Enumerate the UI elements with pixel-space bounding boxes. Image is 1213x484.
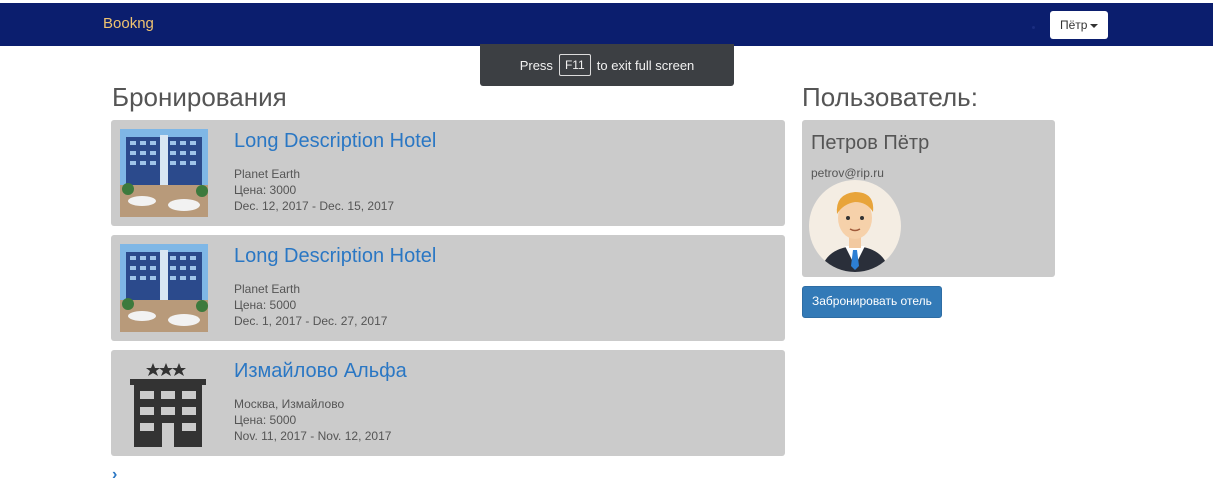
user-panel: Петров Пётр petrov@rip.ru: [802, 120, 1055, 277]
booking-card: Измайлово Альфа Москва, Измайлово Цена: …: [111, 350, 785, 456]
toast-text-after: to exit full screen: [596, 57, 695, 73]
brand-link[interactable]: Bookng: [103, 15, 154, 32]
fullscreen-toast: Press F11 to exit full screen: [480, 44, 734, 86]
booking-dates: Nov. 11, 2017 - Nov. 12, 2017: [234, 429, 392, 443]
toast-key: F11: [558, 54, 591, 76]
booking-price: Цена: 5000: [234, 298, 297, 312]
book-hotel-button[interactable]: Забронировать отель: [802, 286, 942, 318]
bookings-heading: Бронирования: [112, 82, 287, 112]
user-full-name: Петров Пётр: [811, 132, 930, 154]
user-menu-dropdown[interactable]: Пётр: [1050, 11, 1109, 39]
user-heading: Пользователь:: [802, 82, 978, 112]
hotel-title-link[interactable]: Long Description Hotel: [234, 130, 436, 153]
chevron-right-icon[interactable]: ›: [112, 466, 117, 484]
navbar: Bookng Пётр: [0, 3, 1213, 46]
nav-dot: [1032, 26, 1035, 29]
caret-down-icon: [1090, 23, 1099, 28]
hotel-title-link[interactable]: Long Description Hotel: [234, 245, 436, 268]
hotel-title-link[interactable]: Измайлово Альфа: [234, 360, 407, 383]
hotel-location: Москва, Измайлово: [234, 397, 345, 411]
booking-price: Цена: 3000: [234, 183, 297, 197]
booking-price: Цена: 5000: [234, 413, 297, 427]
user-email: petrov@rip.ru: [811, 166, 884, 180]
booking-dates: Dec. 12, 2017 - Dec. 15, 2017: [234, 199, 395, 213]
booking-card: Long Description Hotel Planet Earth Цена…: [111, 235, 785, 341]
hotel-building-icon: [130, 363, 206, 447]
avatar: [809, 180, 901, 272]
toast-text-before: Press: [519, 57, 553, 73]
hotel-location: Planet Earth: [234, 282, 301, 296]
user-menu-label: Пётр: [1060, 18, 1088, 32]
booking-dates: Dec. 1, 2017 - Dec. 27, 2017: [234, 314, 388, 328]
hotel-location: Planet Earth: [234, 167, 301, 181]
hotel-photo: [120, 244, 208, 332]
booking-card: Long Description Hotel Planet Earth Цена…: [111, 120, 785, 226]
hotel-photo: [120, 129, 208, 217]
